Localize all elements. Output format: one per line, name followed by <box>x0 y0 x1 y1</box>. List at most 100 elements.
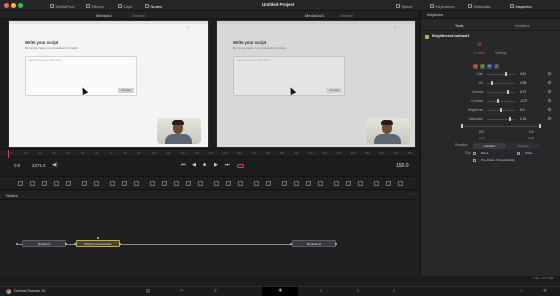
right-viewer-name[interactable]: MediaOut1 <box>305 13 325 18</box>
generate-button[interactable]: Generate <box>326 88 342 93</box>
tool-icon[interactable] <box>150 181 155 186</box>
param-contrast[interactable]: Contrast -0.27 <box>421 98 560 105</box>
node-brightnesscontrast1[interactable]: BrightnessContrast1 <box>76 240 120 247</box>
tool-icon[interactable] <box>398 181 403 186</box>
left-viewer-mode[interactable]: Default <box>132 13 145 18</box>
tool-icon[interactable] <box>282 181 287 186</box>
time-ruler[interactable]: 0 10 20 30 40 50 60 70 80 90 100 110 120 130 140 150 160… <box>0 149 418 158</box>
step-back-icon[interactable]: ◀ <box>192 163 196 168</box>
gamma-slider[interactable] <box>487 92 515 93</box>
keyframe-icon[interactable] <box>547 98 552 103</box>
channel-blue-toggle[interactable]: B <box>487 63 492 69</box>
tool-icon[interactable] <box>198 181 203 186</box>
subtab-controls[interactable]: Controls <box>473 51 485 55</box>
clip-black-checkbox[interactable] <box>473 151 476 155</box>
tab-clips[interactable]: Clips <box>118 4 132 9</box>
tool-icon[interactable] <box>134 181 139 186</box>
tab-inspector[interactable]: Inspector <box>510 4 532 9</box>
loop-icon[interactable] <box>237 164 244 168</box>
tool-icon[interactable] <box>42 181 47 186</box>
generate-button[interactable]: Generate <box>118 88 134 93</box>
keyframe-icon[interactable] <box>547 80 552 85</box>
gain-slider[interactable] <box>487 74 515 75</box>
more-options-icon[interactable]: ··· <box>411 192 415 197</box>
tool-icon[interactable] <box>66 181 71 186</box>
tool-icon[interactable] <box>386 181 391 186</box>
channel-red-toggle[interactable]: R <box>473 63 478 69</box>
direction-reverse-button[interactable]: Reverse <box>507 142 540 149</box>
zoom-window-button[interactable] <box>18 3 23 8</box>
tab-mediapool[interactable]: MediaPool <box>50 4 74 9</box>
right-viewer[interactable]: ▢ ◦ ◦ ◦ Write your script Be concise. Ma… <box>216 20 416 148</box>
channel-alpha-toggle[interactable]: A <box>494 63 499 69</box>
fairlight-page-icon[interactable]: ♫ <box>356 288 359 293</box>
tool-icon[interactable] <box>186 181 191 186</box>
tool-icon[interactable] <box>334 181 339 186</box>
close-window-button[interactable] <box>4 3 9 8</box>
node-port[interactable] <box>335 242 338 246</box>
tool-icon[interactable] <box>266 181 271 186</box>
direction-forward-button[interactable]: Forward <box>473 142 506 149</box>
keyframe-icon[interactable] <box>547 71 552 76</box>
tool-icon[interactable] <box>346 181 351 186</box>
tool-icon[interactable] <box>254 181 259 186</box>
tab-modifiers[interactable]: Modifiers <box>515 24 530 28</box>
range-high-value[interactable]: 1.0 <box>529 130 533 134</box>
tool-icon[interactable] <box>214 181 219 186</box>
playhead[interactable] <box>8 150 9 158</box>
node-mediaout1[interactable]: MediaOut1 <box>292 240 336 247</box>
tool-icon[interactable] <box>30 181 35 186</box>
param-lift[interactable]: Lift 0.08 <box>421 80 560 87</box>
tool-icon[interactable] <box>306 181 311 186</box>
param-gamma[interactable]: Gamma 0.97 <box>421 89 560 96</box>
edit-page-icon[interactable]: ≡ <box>214 288 217 293</box>
tool-icon[interactable] <box>294 181 299 186</box>
tool-icon[interactable] <box>318 181 323 186</box>
range-slider[interactable] <box>461 126 541 127</box>
tool-icon[interactable] <box>122 181 127 186</box>
stop-icon[interactable]: ■ <box>203 163 206 168</box>
tab-metadata[interactable]: Metadata <box>468 4 490 9</box>
current-frame[interactable]: 2271.0 <box>32 163 45 168</box>
start-time[interactable]: 0.0 <box>14 163 20 168</box>
tab-keyframes[interactable]: Keyframes <box>430 4 455 9</box>
cut-page-icon[interactable]: ✂ <box>180 288 184 293</box>
tab-nodes[interactable]: Nodes <box>145 4 162 9</box>
tool-icon[interactable] <box>374 181 379 186</box>
tool-icon[interactable] <box>238 181 243 186</box>
tool-icon[interactable] <box>358 181 363 186</box>
tool-icon[interactable] <box>94 181 99 186</box>
end-time[interactable]: 150.0 <box>396 164 409 169</box>
node-graph[interactable]: MediaIn1 BrightnessContrast1 MediaOut1 <box>0 200 418 276</box>
speaker-icon[interactable]: ◀) <box>52 163 58 168</box>
clip-white-checkbox[interactable] <box>517 151 520 155</box>
tool-icon[interactable] <box>162 181 167 186</box>
tab-effects[interactable]: Effects <box>86 4 104 9</box>
tool-icon[interactable] <box>174 181 179 186</box>
tool-icon[interactable] <box>82 181 87 186</box>
range-high-handle[interactable] <box>539 124 541 128</box>
tool-icon[interactable] <box>226 181 231 186</box>
media-page-icon[interactable]: ▤ <box>146 288 150 293</box>
channel-green-toggle[interactable]: G <box>480 63 485 69</box>
premultiply-checkbox[interactable] <box>473 158 476 162</box>
tool-icon[interactable] <box>54 181 59 186</box>
left-viewer-name[interactable]: MediaIn1 <box>96 13 112 18</box>
tab-tools[interactable]: Tools <box>455 24 463 28</box>
node-mediain1[interactable]: MediaIn1 <box>22 240 66 247</box>
param-brightness[interactable]: Brightness 0.0 <box>421 107 560 114</box>
settings-gear-icon[interactable]: ⚙ <box>543 288 547 293</box>
param-saturation[interactable]: Saturation 1.19 <box>421 116 560 123</box>
param-gain[interactable]: Gain 0.91 <box>421 71 560 78</box>
tool-icon[interactable] <box>110 181 115 186</box>
minimize-window-button[interactable] <box>11 3 16 8</box>
home-icon[interactable]: ⌂ <box>520 288 523 293</box>
contrast-slider[interactable] <box>487 101 515 102</box>
keyframe-icon[interactable] <box>547 116 552 121</box>
tab-spline[interactable]: Spline <box>396 4 413 9</box>
controls-icon[interactable]: ⚙ <box>477 43 481 48</box>
range-low-value[interactable]: 0.0 <box>479 130 483 134</box>
tool-icon[interactable] <box>18 181 23 186</box>
keyframe-icon[interactable] <box>547 107 552 112</box>
go-to-end-icon[interactable]: ⏭ <box>225 163 230 168</box>
